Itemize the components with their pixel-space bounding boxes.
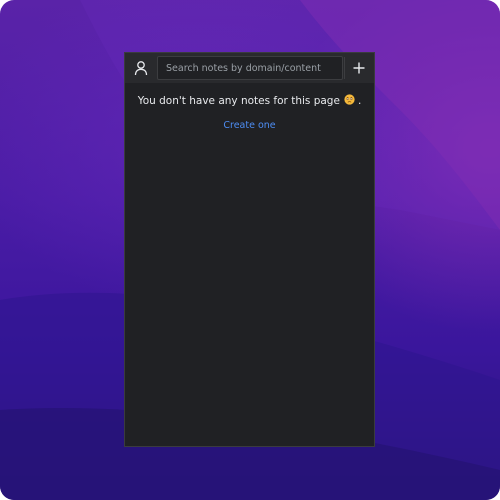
worried-face-icon <box>344 94 355 105</box>
create-note-link[interactable]: Create one <box>125 120 374 131</box>
empty-state-message: You don't have any notes for this page . <box>125 94 374 107</box>
empty-state-period: . <box>357 95 362 107</box>
empty-state-text: You don't have any notes for this page <box>137 95 340 107</box>
desktop-wallpaper: You don't have any notes for this page .… <box>0 0 500 500</box>
add-note-button[interactable] <box>343 53 374 83</box>
popup-toolbar <box>125 53 374 83</box>
search-input[interactable] <box>157 56 343 80</box>
plus-icon <box>353 62 364 74</box>
user-icon <box>134 61 147 76</box>
user-button[interactable] <box>125 53 156 83</box>
notes-popup: You don't have any notes for this page .… <box>124 52 375 447</box>
